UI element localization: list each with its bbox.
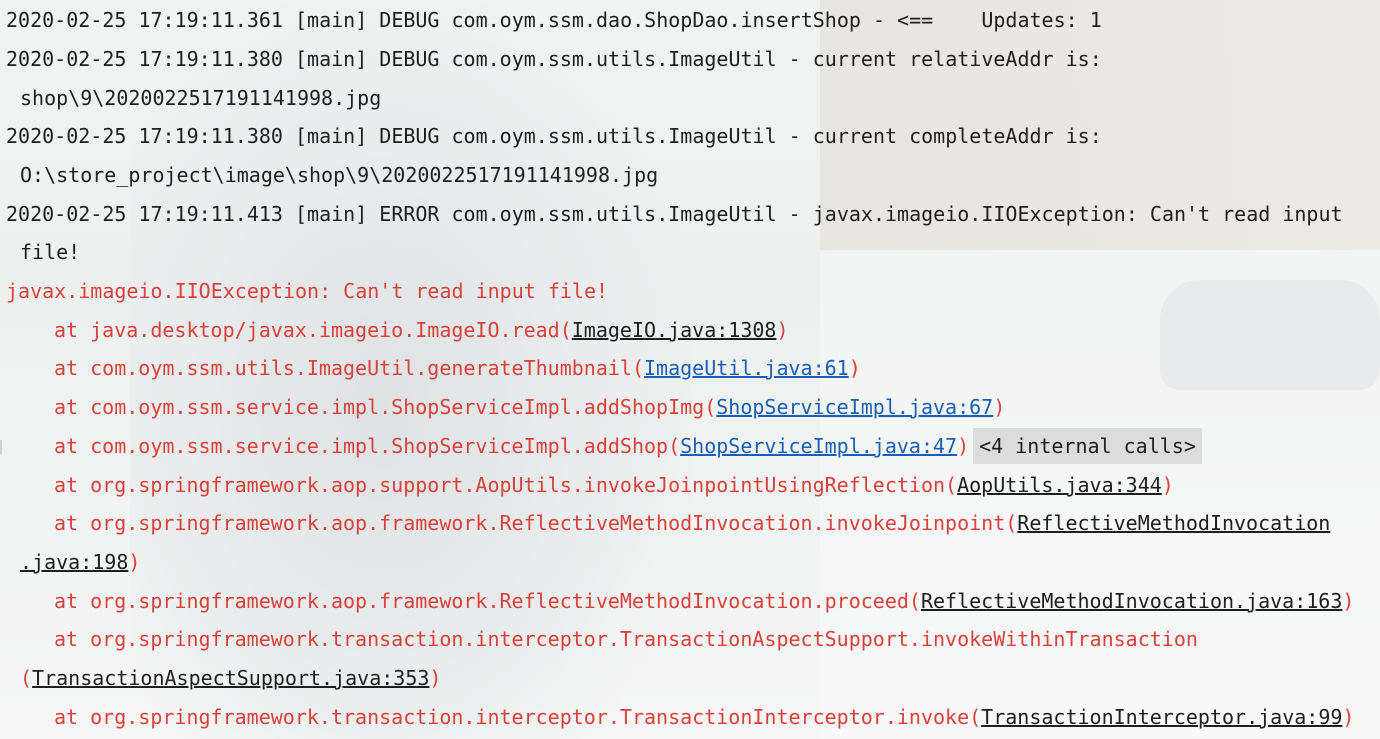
log-line: file! <box>20 240 81 264</box>
log-line: 2020-02-25 17:19:11.361 [main] DEBUG com… <box>6 8 1102 32</box>
stack-frame-continuation: .java:198) <box>0 544 140 580</box>
source-link[interactable]: TransactionAspectSupport.java:353 <box>32 666 429 690</box>
stack-frame: at org.springframework.aop.framework.Ref… <box>0 505 1330 541</box>
source-link[interactable]: ShopServiceImpl.java:67 <box>716 395 993 419</box>
source-link[interactable]: TransactionInterceptor.java:99 <box>981 705 1342 729</box>
stack-frame: at com.oym.ssm.utils.ImageUtil.generateT… <box>0 350 861 386</box>
frame-method: at com.oym.ssm.service.impl.ShopServiceI… <box>54 395 717 419</box>
frame-method: at org.springframework.transaction.inter… <box>54 627 1198 651</box>
source-link[interactable]: ImageUtil.java:61 <box>644 356 849 380</box>
console-output[interactable]: 2020-02-25 17:19:11.361 [main] DEBUG com… <box>0 0 1380 739</box>
log-line: shop\9\2020022517191141998.jpg <box>20 86 382 110</box>
stack-frame-continuation: (TransactionAspectSupport.java:353) <box>0 660 441 696</box>
source-link[interactable]: AopUtils.java:344 <box>957 473 1162 497</box>
stack-frame: at com.oym.ssm.service.impl.ShopServiceI… <box>0 389 1005 425</box>
frame-close: ) <box>848 356 861 380</box>
frame-close: ) <box>776 318 789 342</box>
frame-open: ( <box>20 666 33 690</box>
frame-method: at org.springframework.transaction.inter… <box>54 705 982 729</box>
source-link[interactable]: ImageIO.java:1308 <box>572 318 777 342</box>
frame-close: ) <box>429 666 442 690</box>
frame-method: at org.springframework.aop.framework.Ref… <box>54 511 1018 535</box>
source-link[interactable]: ReflectiveMethodInvocation.java:163 <box>921 589 1342 613</box>
frame-close: ) <box>1342 705 1355 729</box>
stack-frame: at org.springframework.transaction.inter… <box>0 621 1198 657</box>
frame-close: ) <box>993 395 1006 419</box>
log-line: 2020-02-25 17:19:11.380 [main] DEBUG com… <box>6 124 1102 148</box>
source-link[interactable]: ReflectiveMethodInvocation <box>1017 511 1330 535</box>
frame-method: at java.desktop/javax.imageio.ImageIO.re… <box>54 318 572 342</box>
stack-frame: at org.springframework.transaction.inter… <box>0 699 1354 735</box>
log-line: O:\store_project\image\shop\9\2020022517… <box>20 163 659 187</box>
folded-calls-toggle[interactable]: <4 internal calls> <box>973 428 1202 464</box>
frame-method: at com.oym.ssm.service.impl.ShopServiceI… <box>54 434 681 458</box>
log-line: 2020-02-25 17:19:11.413 [main] ERROR com… <box>6 202 1343 226</box>
stack-frame: at com.oym.ssm.service.impl.ShopServiceI… <box>0 428 1202 464</box>
source-link[interactable]: ShopServiceImpl.java:47 <box>680 434 957 458</box>
frame-close: ) <box>1342 589 1355 613</box>
frame-method: at org.springframework.aop.framework.Ref… <box>54 589 921 613</box>
log-line: 2020-02-25 17:19:11.380 [main] DEBUG com… <box>6 47 1102 71</box>
frame-close: ) <box>957 434 970 458</box>
stack-frame: at org.springframework.aop.framework.Ref… <box>0 583 1354 619</box>
frame-method: at org.springframework.aop.support.AopUt… <box>54 473 958 497</box>
stack-frame: at java.desktop/javax.imageio.ImageIO.re… <box>0 312 789 348</box>
frame-method: at com.oym.ssm.utils.ImageUtil.generateT… <box>54 356 645 380</box>
frame-close: ) <box>1161 473 1174 497</box>
stack-frame: at org.springframework.aop.support.AopUt… <box>0 467 1174 503</box>
exception-line: javax.imageio.IIOException: Can't read i… <box>6 279 609 303</box>
source-link[interactable]: .java:198 <box>20 550 128 574</box>
frame-close: ) <box>128 550 141 574</box>
